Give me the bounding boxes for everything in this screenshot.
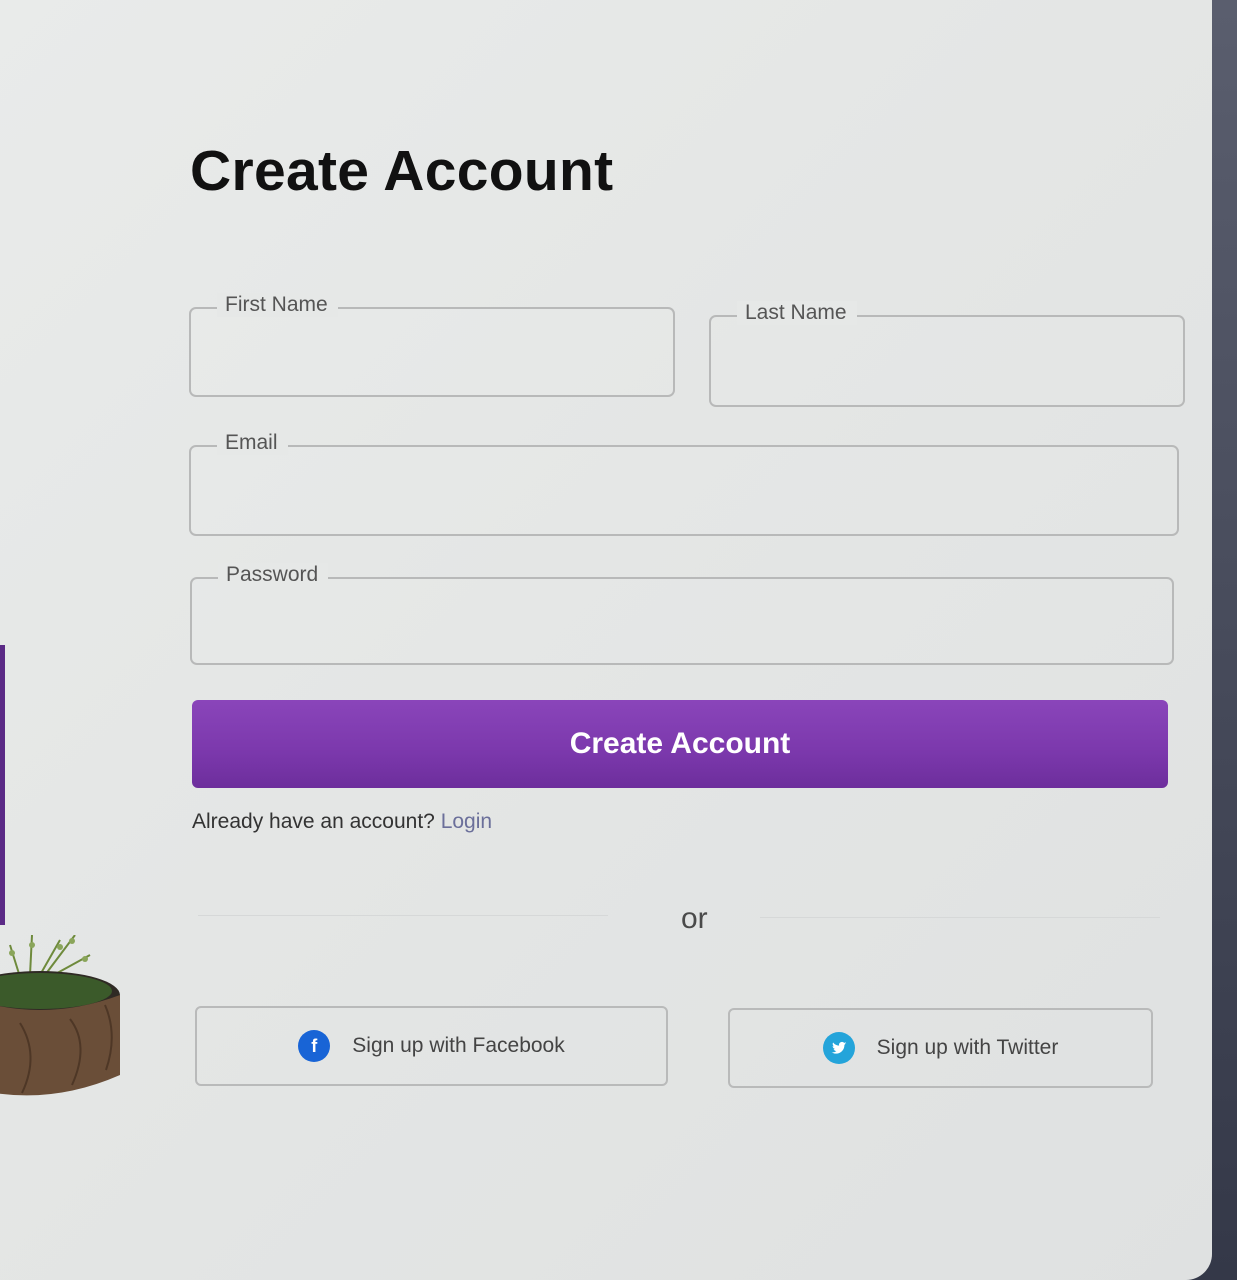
first-name-input[interactable] — [191, 309, 673, 395]
twitter-button-label: Sign up with Twitter — [876, 1036, 1059, 1059]
email-field[interactable]: Email — [189, 431, 1179, 536]
create-account-button[interactable]: Create Account — [192, 700, 1168, 788]
facebook-icon: f — [298, 1030, 331, 1062]
twitter-icon — [822, 1032, 855, 1064]
last-name-field[interactable]: Last Name — [709, 301, 1185, 407]
login-link[interactable]: Login — [441, 810, 492, 833]
screen: Create Account First Name Last Name Emai… — [0, 0, 1237, 1280]
divider-or-text: or — [681, 902, 708, 935]
signup-facebook-button[interactable]: f Sign up with Facebook — [195, 1006, 668, 1086]
last-name-input[interactable] — [711, 317, 1183, 405]
password-input[interactable] — [192, 579, 1172, 663]
login-prompt-text: Already have an account? — [192, 810, 435, 833]
signup-card: Create Account First Name Last Name Emai… — [0, 0, 1212, 1280]
plant-pot-decoration — [0, 935, 120, 1096]
background-accent-strip — [0, 645, 5, 925]
first-name-field[interactable]: First Name — [189, 293, 675, 397]
signup-twitter-button[interactable]: Sign up with Twitter — [728, 1008, 1153, 1088]
facebook-button-label: Sign up with Facebook — [352, 1034, 565, 1057]
login-prompt: Already have an account? Login — [192, 810, 492, 834]
divider-left — [198, 915, 608, 916]
divider-right — [760, 917, 1160, 918]
email-input[interactable] — [191, 447, 1177, 534]
page-title: Create Account — [190, 139, 614, 203]
password-field[interactable]: Password — [190, 563, 1174, 665]
